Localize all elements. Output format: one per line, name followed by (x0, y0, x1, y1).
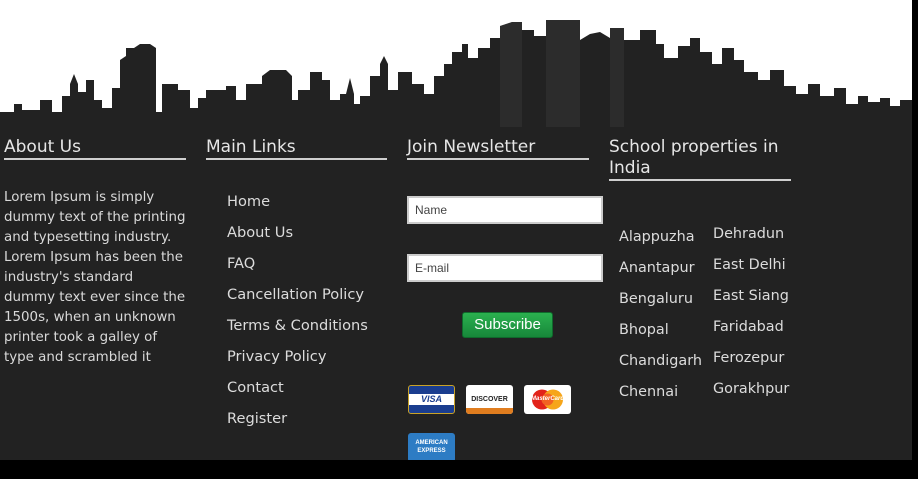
school-link-bengaluru[interactable]: Bengaluru (619, 289, 702, 320)
footer-link-home[interactable]: Home (227, 192, 387, 223)
subscribe-button[interactable]: Subscribe (462, 312, 553, 338)
school-places-col-2: Dehradun East Delhi East Siang Faridabad… (713, 224, 789, 410)
school-link-ferozepur[interactable]: Ferozepur (713, 348, 789, 379)
page: About Us Lorem Ipsum is simply dummy tex… (0, 0, 912, 460)
footer-link-register[interactable]: Register (227, 409, 387, 440)
footer-link-terms-conditions[interactable]: Terms & Conditions (227, 316, 387, 347)
discover-card-icon: DISCOVER (466, 385, 513, 414)
school-link-alappuzha[interactable]: Alappuzha (619, 227, 702, 258)
school-link-faridabad[interactable]: Faridabad (713, 317, 789, 348)
mastercard-card-icon: MasterCard (524, 385, 571, 414)
main-links-title: Main Links (206, 137, 387, 160)
school-link-east-delhi[interactable]: East Delhi (713, 255, 789, 286)
main-links-list: Home About Us FAQ Cancellation Policy Te… (227, 192, 387, 440)
newsletter-email-input[interactable]: E-mail (407, 254, 603, 282)
amex-card-icon: AMERICAN EXPRESS (408, 433, 455, 460)
school-places-col-1: Alappuzha Anantapur Bengaluru Bhopal Cha… (619, 227, 702, 413)
school-link-east-siang[interactable]: East Siang (713, 286, 789, 317)
schools-column: School properties in India Alappuzha Ana… (609, 137, 791, 400)
schools-title: School properties in India (609, 137, 791, 181)
footer-link-contact[interactable]: Contact (227, 378, 387, 409)
email-input-placeholder: E-mail (415, 261, 450, 275)
school-link-dehradun[interactable]: Dehradun (713, 224, 789, 255)
newsletter-title: Join Newsletter (407, 137, 589, 160)
visa-label: VISA (409, 394, 454, 405)
city-skyline-illustration (0, 20, 912, 128)
school-link-anantapur[interactable]: Anantapur (619, 258, 702, 289)
about-title: About Us (4, 137, 186, 160)
name-input-placeholder: Name (415, 203, 448, 217)
footer-link-privacy-policy[interactable]: Privacy Policy (227, 347, 387, 378)
page-bottom-bar (0, 460, 918, 479)
discover-label: DISCOVER (471, 396, 508, 403)
mastercard-label: MasterCard (530, 396, 564, 402)
school-link-gorakhpur[interactable]: Gorakhpur (713, 379, 789, 410)
footer-link-about-us[interactable]: About Us (227, 223, 387, 254)
footer-link-faq[interactable]: FAQ (227, 254, 387, 285)
amex-label: AMERICAN EXPRESS (415, 440, 448, 454)
about-text: Lorem Ipsum is simply dummy text of the … (4, 190, 186, 365)
school-link-chennai[interactable]: Chennai (619, 382, 702, 413)
school-link-bhopal[interactable]: Bhopal (619, 320, 702, 351)
school-link-chandigarh[interactable]: Chandigarh (619, 351, 702, 382)
footer: About Us Lorem Ipsum is simply dummy tex… (0, 127, 912, 460)
visa-card-icon: VISA (408, 385, 455, 414)
newsletter-name-input[interactable]: Name (407, 196, 603, 224)
footer-link-cancellation-policy[interactable]: Cancellation Policy (227, 285, 387, 316)
about-column: About Us Lorem Ipsum is simply dummy tex… (4, 137, 186, 368)
newsletter-column: Join Newsletter Name E-mail Subscribe VI… (407, 137, 603, 460)
discover-stripe (466, 408, 513, 414)
main-links-column: Main Links Home About Us FAQ Cancellatio… (206, 137, 387, 440)
